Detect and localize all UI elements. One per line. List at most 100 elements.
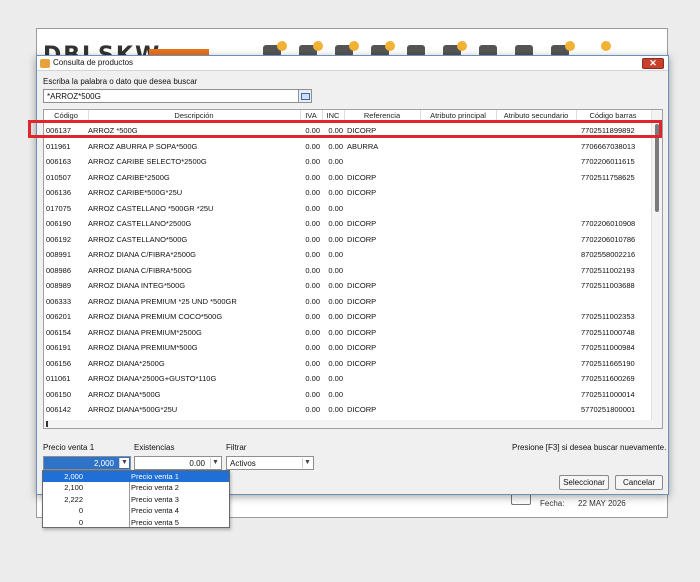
cell-code: 006201 xyxy=(46,312,72,321)
price-option[interactable]: 2,222 Precio venta 3 xyxy=(43,494,229,505)
table-row[interactable]: 006156 ARROZ DIANA*2500G 0.00 0.00 DICORP 770… xyxy=(44,356,652,372)
table-row[interactable]: 006154 ARROZ DIANA PREMIUM*2500G 0.00 0.00 D… xyxy=(44,325,652,341)
cell-reference: DICORP xyxy=(347,188,377,197)
price-option-name: Precio venta 3 xyxy=(131,494,179,504)
fecha-label: Fecha: xyxy=(540,499,565,508)
search-again-hint: Presione [F3] si desea buscar nuevamente… xyxy=(512,443,667,452)
cell-description: ARROZ DIANA PREMIUM COCO*500G xyxy=(88,312,223,321)
cell-iva: 0.00 xyxy=(305,281,320,290)
table-row[interactable]: 008989 ARROZ DIANA INTEG*500G 0.00 0.00 DICO… xyxy=(44,278,652,294)
cell-iva: 0.00 xyxy=(305,265,320,275)
price-option[interactable]: 2,100 Precio venta 2 xyxy=(43,482,229,493)
price-select[interactable]: 2,000 ▼ xyxy=(43,456,131,470)
cell-inc: 0.00 xyxy=(328,188,343,197)
table-body: 006137 ARROZ *500G 0.00 0.00 DICORP 770251189… xyxy=(44,123,652,428)
filter-select[interactable]: Activos ▼ xyxy=(226,456,314,470)
column-header-inc[interactable]: INC xyxy=(322,111,344,120)
price-option[interactable]: 0 Precio venta 5 xyxy=(43,517,229,528)
cell-iva: 0.00 xyxy=(305,389,320,399)
table-row[interactable]: 006136 ARROZ CARIBE*500G*25U 0.00 0.00 DICOR… xyxy=(44,185,652,201)
table-row[interactable]: 017075 ARROZ CASTELLANO *500GR *25U 0.00 0.… xyxy=(44,201,652,217)
column-header-iva[interactable]: IVA xyxy=(300,111,322,120)
fecha-value: 22 MAY 2026 xyxy=(578,499,626,508)
table-row[interactable]: 006333 ARROZ DIANA PREMIUM *25 UND *500GR… xyxy=(44,294,652,310)
column-header-secondary-attribute[interactable]: Atributo secundario xyxy=(496,111,576,120)
table-row[interactable]: 008986 ARROZ DIANA C/FIBRA*500G 0.00 0.00 77… xyxy=(44,263,652,279)
close-button[interactable]: ✕ xyxy=(642,58,664,69)
cell-code: 008989 xyxy=(46,281,72,290)
cell-barcode: 8702558002216 xyxy=(581,250,636,259)
chevron-down-icon[interactable]: ▼ xyxy=(119,458,129,468)
column-header-barcode[interactable]: Código barras xyxy=(576,111,650,120)
table-row[interactable]: 008991 ARROZ DIANA C/FIBRA*2500G 0.00 0.00 8… xyxy=(44,247,652,263)
cell-reference: DICORP xyxy=(347,172,377,182)
cancel-button[interactable]: Cancelar xyxy=(615,475,663,490)
search-input[interactable]: *ARROZ*500G xyxy=(43,89,299,103)
price-option-value: 0 xyxy=(78,506,83,516)
cell-description: ARROZ DIANA*2500G+GUSTO*110G xyxy=(88,374,217,383)
cell-code: 006142 xyxy=(46,405,72,414)
select-button[interactable]: Seleccionar xyxy=(559,475,609,490)
table-row[interactable]: 006201 ARROZ DIANA PREMIUM COCO*500G 0.00 0… xyxy=(44,309,652,325)
table-row[interactable]: 006150 ARROZ DIANA*500G 0.00 0.00 7702511000… xyxy=(44,387,652,403)
table-row[interactable]: 011061 ARROZ DIANA*2500G+GUSTO*110G 0.00 0.… xyxy=(44,371,652,387)
cell-description: ARROZ CASTELLANO*500G xyxy=(88,234,188,244)
table-row[interactable]: 006163 ARROZ CARIBE SELECTO*2500G 0.00 0.00… xyxy=(44,154,652,170)
cell-inc: 0.00 xyxy=(328,141,343,151)
table-row[interactable]: 006190 ARROZ CASTELLANO*2500G 0.00 0.00 DICO… xyxy=(44,216,652,232)
chevron-down-icon[interactable]: ▼ xyxy=(210,458,220,468)
cell-reference: DICORP xyxy=(347,312,377,321)
price-option[interactable]: 2,000 Precio venta 1 xyxy=(43,471,229,483)
table-row[interactable]: 006142 ARROZ DIANA*500G*25U 0.00 0.00 DICORP… xyxy=(44,402,652,418)
stock-select-value: 0.00 xyxy=(189,459,205,468)
table-row[interactable]: 006192 ARROZ CASTELLANO*500G 0.00 0.00 DICOR… xyxy=(44,232,652,248)
cell-code: 017075 xyxy=(46,203,72,213)
table-row[interactable]: 011961 ARROZ ABURRA P SOPA*500G 0.00 0.00 AB… xyxy=(44,139,652,155)
column-header-reference[interactable]: Referencia xyxy=(344,111,420,120)
column-header-main-attribute[interactable]: Atributo principal xyxy=(420,111,496,120)
search-options-button[interactable] xyxy=(298,89,312,103)
chevron-down-icon[interactable]: ▼ xyxy=(302,458,312,468)
cell-iva: 0.00 xyxy=(305,219,320,228)
vertical-scrollbar[interactable] xyxy=(651,110,662,428)
stock-select[interactable]: 0.00 ▼ xyxy=(134,456,222,470)
cell-iva: 0.00 xyxy=(305,234,320,244)
cell-barcode: 7702511003688 xyxy=(581,281,635,290)
cell-inc: 0.00 xyxy=(328,405,343,414)
horizontal-scrollbar[interactable] xyxy=(44,420,652,428)
dialog-app-icon xyxy=(40,59,50,68)
cell-barcode: 7702511665190 xyxy=(581,358,635,368)
cell-code: 006190 xyxy=(46,219,72,228)
cell-inc: 0.00 xyxy=(328,343,343,352)
table-row[interactable]: 006191 ARROZ DIANA PREMIUM*500G 0.00 0.00 DI… xyxy=(44,340,652,356)
cell-barcode: 7702206010786 xyxy=(581,234,636,244)
price-option-name: Precio venta 5 xyxy=(131,517,179,527)
price-option-value: 2,100 xyxy=(64,483,83,493)
price-option-name: Precio venta 2 xyxy=(131,483,179,493)
cell-barcode: 7702511000014 xyxy=(581,389,635,399)
search-options-icon xyxy=(301,93,310,100)
horizontal-scroll-thumb[interactable] xyxy=(46,421,48,427)
cell-iva: 0.00 xyxy=(305,250,320,259)
filter-select-value: Activos xyxy=(230,459,256,468)
cell-reference: DICORP xyxy=(347,343,377,352)
column-header-description[interactable]: Descripción xyxy=(88,111,300,120)
column-header-code[interactable]: Código xyxy=(46,111,86,120)
cell-reference: DICORP xyxy=(347,358,377,368)
cell-code: 011061 xyxy=(46,374,71,383)
cell-inc: 0.00 xyxy=(328,234,343,244)
cell-inc: 0.00 xyxy=(328,172,343,182)
cell-inc: 0.00 xyxy=(328,203,343,213)
cell-reference: DICORP xyxy=(347,219,377,228)
filter-label: Filtrar xyxy=(226,443,247,452)
cell-iva: 0.00 xyxy=(305,141,320,151)
price-option-name: Precio venta 1 xyxy=(131,472,179,481)
cell-code: 008991 xyxy=(46,250,72,259)
cell-iva: 0.00 xyxy=(305,188,320,197)
dialog-titlebar: Consulta de productos ✕ xyxy=(37,56,668,71)
price-option[interactable]: 0 Precio venta 4 xyxy=(43,505,229,516)
cell-reference: DICORP xyxy=(347,296,377,306)
cell-description: ARROZ DIANA INTEG*500G xyxy=(88,281,186,290)
table-row[interactable]: 010507 ARROZ CARIBE*2500G 0.00 0.00 DICORP 77… xyxy=(44,170,652,186)
cell-barcode: 7702511758625 xyxy=(581,172,635,182)
